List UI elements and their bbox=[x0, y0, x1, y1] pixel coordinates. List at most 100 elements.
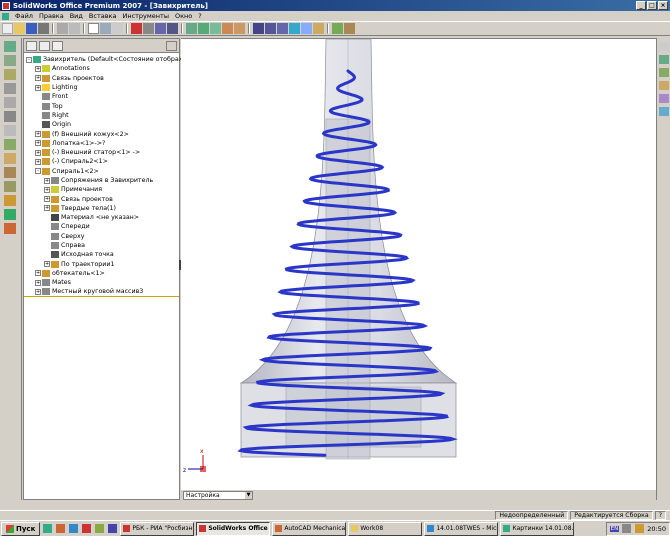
quicklaunch-desktop-icon[interactable] bbox=[43, 524, 53, 533]
line-icon[interactable] bbox=[4, 111, 16, 122]
panel-expand-icon[interactable] bbox=[166, 40, 177, 51]
tray-volume-icon[interactable] bbox=[635, 524, 645, 533]
zoom-in-out-icon[interactable] bbox=[210, 23, 221, 34]
options-icon[interactable] bbox=[332, 23, 343, 34]
smart-dimension-icon[interactable] bbox=[4, 83, 16, 94]
expand-icon[interactable]: + bbox=[44, 177, 50, 184]
solidworks-app-icon[interactable] bbox=[2, 1, 10, 10]
undo-icon[interactable] bbox=[57, 23, 68, 34]
start-button[interactable]: Пуск bbox=[1, 521, 41, 536]
status-help[interactable]: ? bbox=[654, 511, 666, 520]
design-library-icon[interactable] bbox=[659, 55, 669, 64]
task-pane-resources-icon[interactable] bbox=[659, 42, 669, 51]
minimize-button[interactable]: _ bbox=[636, 1, 646, 10]
tree-node[interactable]: Right bbox=[24, 111, 179, 120]
quicklaunch-app-icon[interactable] bbox=[95, 524, 105, 533]
expand-icon[interactable]: + bbox=[44, 261, 50, 268]
rotate-icon[interactable] bbox=[222, 23, 233, 34]
menu-insert[interactable]: Вставка bbox=[86, 12, 120, 20]
assembly-icon[interactable] bbox=[4, 41, 16, 52]
tree-node[interactable]: + Лопатка<1>->? bbox=[24, 139, 179, 148]
rebuild-icon[interactable] bbox=[100, 23, 111, 34]
quicklaunch-ie-icon[interactable] bbox=[69, 524, 79, 533]
circle-icon[interactable] bbox=[4, 139, 16, 150]
expand-icon[interactable]: + bbox=[35, 65, 41, 72]
configuration-manager-tab[interactable] bbox=[52, 40, 63, 51]
tree-node[interactable]: - Спираль1<2> bbox=[24, 167, 179, 176]
zoom-area-icon[interactable] bbox=[198, 23, 209, 34]
tree-node[interactable]: - Завихритель (Default<Состояние отображе… bbox=[24, 55, 214, 64]
hidden-lines-icon[interactable] bbox=[265, 23, 276, 34]
search-icon[interactable] bbox=[659, 81, 669, 90]
arc-icon[interactable] bbox=[4, 153, 16, 164]
print-icon[interactable] bbox=[38, 23, 49, 34]
zoom-fit-icon[interactable] bbox=[186, 23, 197, 34]
tree-node[interactable]: + Связь проектов bbox=[24, 194, 179, 203]
tree-node[interactable]: + По траектории1 bbox=[24, 260, 179, 269]
tree-node[interactable]: + Твердые тела(1) bbox=[24, 204, 179, 213]
configuration-combo[interactable]: Настройка ▼ bbox=[183, 490, 253, 500]
expand-icon[interactable]: + bbox=[35, 149, 41, 156]
tree-node[interactable]: Сверху bbox=[24, 232, 179, 241]
quicklaunch-app-icon[interactable] bbox=[108, 524, 118, 533]
tree-node[interactable]: + (f) Внешний кожух<2> bbox=[24, 129, 179, 138]
sketch-icon[interactable] bbox=[4, 69, 16, 80]
feature-icon[interactable] bbox=[4, 55, 16, 66]
expand-icon[interactable]: + bbox=[35, 131, 41, 138]
tree-node[interactable]: Front bbox=[24, 92, 179, 101]
shaded-with-edges-icon[interactable] bbox=[289, 23, 300, 34]
expand-icon[interactable]: + bbox=[35, 140, 41, 147]
taskbar-button[interactable]: 14.01.08TWES - Micr... bbox=[424, 521, 499, 536]
reference-geometry-icon[interactable] bbox=[4, 97, 16, 108]
trim-icon[interactable] bbox=[4, 181, 16, 192]
section-view-icon[interactable] bbox=[301, 23, 312, 34]
redo-icon[interactable] bbox=[69, 23, 80, 34]
expand-icon[interactable]: + bbox=[35, 288, 41, 295]
expand-icon[interactable]: + bbox=[44, 205, 50, 212]
view-palette-icon[interactable] bbox=[659, 94, 669, 103]
tree-node[interactable]: Справа bbox=[24, 241, 179, 250]
expand-icon[interactable]: + bbox=[35, 279, 41, 286]
menu-window[interactable]: Окно bbox=[172, 12, 195, 20]
tree-node[interactable]: + Сопряжения в Завихритель bbox=[24, 176, 179, 185]
expand-icon[interactable]: + bbox=[35, 270, 41, 277]
spline-icon[interactable] bbox=[4, 167, 16, 178]
properties-icon[interactable] bbox=[112, 23, 123, 34]
expand-icon[interactable]: + bbox=[35, 84, 41, 91]
language-indicator[interactable]: EN bbox=[609, 525, 620, 532]
taskbar-button[interactable]: Work08 bbox=[348, 521, 423, 536]
tree-node[interactable]: Top bbox=[24, 101, 179, 110]
select-icon[interactable] bbox=[88, 23, 99, 34]
help-icon[interactable] bbox=[344, 23, 355, 34]
mate-icon[interactable] bbox=[143, 23, 154, 34]
fillet-icon[interactable] bbox=[4, 223, 16, 234]
menu-tools[interactable]: Инструменты bbox=[119, 12, 172, 20]
tree-node[interactable]: + Mates bbox=[24, 278, 179, 287]
tree-node[interactable]: Спереди bbox=[24, 222, 179, 231]
expand-icon[interactable]: + bbox=[44, 186, 50, 193]
tree-node[interactable]: + Lighting bbox=[24, 83, 179, 92]
perspective-icon[interactable] bbox=[313, 23, 324, 34]
save-icon[interactable] bbox=[26, 23, 37, 34]
rectangle-icon[interactable] bbox=[4, 125, 16, 136]
tree-node[interactable]: Материал <не указан> bbox=[24, 213, 179, 222]
collapse-icon[interactable]: - bbox=[26, 56, 32, 63]
file-explorer-icon[interactable] bbox=[659, 68, 669, 77]
tray-network-icon[interactable] bbox=[622, 524, 632, 533]
collapse-icon[interactable]: - bbox=[35, 168, 41, 175]
revolve-icon[interactable] bbox=[4, 209, 16, 220]
taskbar-button[interactable]: SolidWorks Office ... bbox=[196, 521, 271, 536]
tree-node[interactable]: Origin bbox=[24, 120, 179, 129]
tree-node[interactable]: + (-) Спираль2<1> bbox=[24, 157, 179, 166]
menu-view[interactable]: Вид bbox=[67, 12, 86, 20]
taskbar-button[interactable]: РБК - РИА "Росбизн... bbox=[120, 521, 195, 536]
taskbar-button[interactable]: AutoCAD Mechanical... bbox=[272, 521, 347, 536]
model-viewport[interactable]: x z bbox=[181, 38, 656, 491]
quicklaunch-opera-icon[interactable] bbox=[56, 524, 66, 533]
quicklaunch-app-icon[interactable] bbox=[82, 524, 92, 533]
taskbar-button[interactable]: Картинки 14.01.08... bbox=[500, 521, 575, 536]
wireframe-icon[interactable] bbox=[253, 23, 264, 34]
feature-manager-tab[interactable] bbox=[26, 40, 37, 51]
insert-component-icon[interactable] bbox=[131, 23, 142, 34]
maximize-button[interactable]: □ bbox=[647, 1, 657, 10]
